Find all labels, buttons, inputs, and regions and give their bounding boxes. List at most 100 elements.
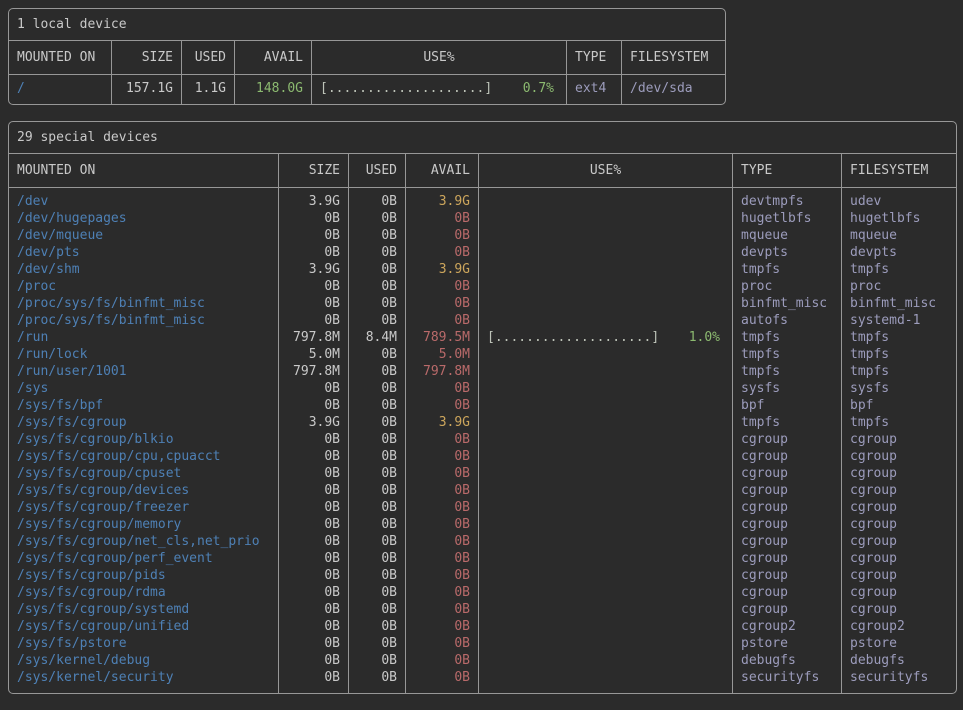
cell-filesystem: sysfs	[841, 380, 956, 397]
cell-mounted-on: /dev/mqueue	[9, 227, 278, 244]
cell-mounted-on: /dev/shm	[9, 261, 278, 278]
cell-avail: 3.9G	[405, 188, 478, 210]
cell-type: binfmt_misc	[732, 295, 841, 312]
cell-size: 0B	[278, 482, 348, 499]
cell-avail: 0B	[405, 635, 478, 652]
usage-bar: [....................]	[487, 329, 659, 346]
column-header-avail: AVAIL	[405, 154, 478, 188]
column-header-avail: AVAIL	[234, 41, 311, 75]
cell-size: 0B	[278, 244, 348, 261]
cell-use-pct	[478, 635, 732, 652]
cell-used: 0B	[348, 397, 405, 414]
cell-filesystem: cgroup	[841, 516, 956, 533]
cell-type: cgroup2	[732, 618, 841, 635]
cell-use-pct	[478, 278, 732, 295]
cell-use-pct	[478, 669, 732, 693]
cell-used: 0B	[348, 227, 405, 244]
cell-use-pct: [....................] 0.7%	[311, 75, 566, 104]
table-row: /sys/fs/cgroup/blkio0B0B0Bcgroupcgroup	[9, 431, 956, 448]
cell-use-pct	[478, 431, 732, 448]
cell-avail: 0B	[405, 465, 478, 482]
cell-avail: 0B	[405, 295, 478, 312]
cell-filesystem: cgroup	[841, 448, 956, 465]
cell-filesystem: bpf	[841, 397, 956, 414]
terminal-output: { "palette": { "bg": "#2b2b2b", "border"…	[0, 0, 963, 702]
cell-type: cgroup	[732, 448, 841, 465]
cell-mounted-on: /proc/sys/fs/binfmt_misc	[9, 295, 278, 312]
usage-bar-wrap: [....................] 0.7%	[320, 80, 554, 97]
cell-filesystem: debugfs	[841, 652, 956, 669]
cell-avail: 0B	[405, 584, 478, 601]
cell-mounted-on: /sys/fs/cgroup/cpu,cpuacct	[9, 448, 278, 465]
cell-size: 0B	[278, 499, 348, 516]
table-row: /sys0B0B0Bsysfssysfs	[9, 380, 956, 397]
cell-used: 0B	[348, 363, 405, 380]
usage-percent: 0.7%	[523, 80, 554, 97]
cell-type: cgroup	[732, 584, 841, 601]
cell-avail: 0B	[405, 448, 478, 465]
column-header-use-pct: USE%	[311, 41, 566, 75]
cell-use-pct	[478, 244, 732, 261]
cell-size: 0B	[278, 278, 348, 295]
cell-size: 0B	[278, 380, 348, 397]
table-row: /sys/fs/cgroup/freezer0B0B0Bcgroupcgroup	[9, 499, 956, 516]
table-row: /sys/fs/cgroup3.9G0B3.9Gtmpfstmpfs	[9, 414, 956, 431]
cell-avail: 0B	[405, 601, 478, 618]
cell-used: 0B	[348, 533, 405, 550]
cell-avail: 0B	[405, 482, 478, 499]
cell-size: 3.9G	[278, 261, 348, 278]
table-row: /dev/pts0B0B0Bdevptsdevpts	[9, 244, 956, 261]
cell-avail: 0B	[405, 516, 478, 533]
table-row: /sys/fs/bpf0B0B0Bbpfbpf	[9, 397, 956, 414]
cell-use-pct	[478, 499, 732, 516]
cell-mounted-on: /sys/fs/cgroup/devices	[9, 482, 278, 499]
cell-size: 0B	[278, 652, 348, 669]
cell-use-pct	[478, 380, 732, 397]
table-title: 29 special devices	[9, 122, 956, 154]
cell-avail: 0B	[405, 652, 478, 669]
cell-use-pct	[478, 550, 732, 567]
cell-filesystem: cgroup2	[841, 618, 956, 635]
table-row: /dev/mqueue0B0B0Bmqueuemqueue	[9, 227, 956, 244]
cell-used: 0B	[348, 278, 405, 295]
table-row: /proc/sys/fs/binfmt_misc0B0B0Bbinfmt_mis…	[9, 295, 956, 312]
cell-avail: 797.8M	[405, 363, 478, 380]
cell-type: cgroup	[732, 516, 841, 533]
cell-size: 0B	[278, 465, 348, 482]
cell-avail: 0B	[405, 312, 478, 329]
cell-size: 797.8M	[278, 363, 348, 380]
cell-used: 0B	[348, 188, 405, 210]
cell-mounted-on: /dev	[9, 188, 278, 210]
cell-mounted-on: /sys/fs/cgroup/perf_event	[9, 550, 278, 567]
usage-percent: 1.0%	[689, 329, 720, 346]
cell-use-pct	[478, 261, 732, 278]
cell-used: 0B	[348, 669, 405, 693]
cell-filesystem: proc	[841, 278, 956, 295]
cell-size: 0B	[278, 567, 348, 584]
cell-use-pct	[478, 397, 732, 414]
cell-used: 0B	[348, 550, 405, 567]
column-header-filesystem: FILESYSTEM	[621, 41, 725, 75]
cell-type: tmpfs	[732, 329, 841, 346]
cell-type: devpts	[732, 244, 841, 261]
cell-type: cgroup	[732, 533, 841, 550]
cell-mounted-on: /sys	[9, 380, 278, 397]
cell-use-pct	[478, 516, 732, 533]
cell-used: 0B	[348, 448, 405, 465]
cell-used: 0B	[348, 210, 405, 227]
cell-mounted-on: /sys/fs/cgroup	[9, 414, 278, 431]
table-row: /sys/fs/cgroup/cpu,cpuacct0B0B0Bcgroupcg…	[9, 448, 956, 465]
cell-mounted-on: /sys/fs/cgroup/rdma	[9, 584, 278, 601]
cell-used: 0B	[348, 261, 405, 278]
cell-size: 0B	[278, 533, 348, 550]
cell-use-pct	[478, 346, 732, 363]
cell-size: 0B	[278, 516, 348, 533]
cell-type: cgroup	[732, 465, 841, 482]
cell-filesystem: cgroup	[841, 567, 956, 584]
cell-type: sysfs	[732, 380, 841, 397]
cell-avail: 0B	[405, 227, 478, 244]
usage-bar: [....................]	[320, 80, 492, 97]
cell-filesystem: tmpfs	[841, 261, 956, 278]
cell-type: cgroup	[732, 431, 841, 448]
table-row: /dev/shm3.9G0B3.9Gtmpfstmpfs	[9, 261, 956, 278]
